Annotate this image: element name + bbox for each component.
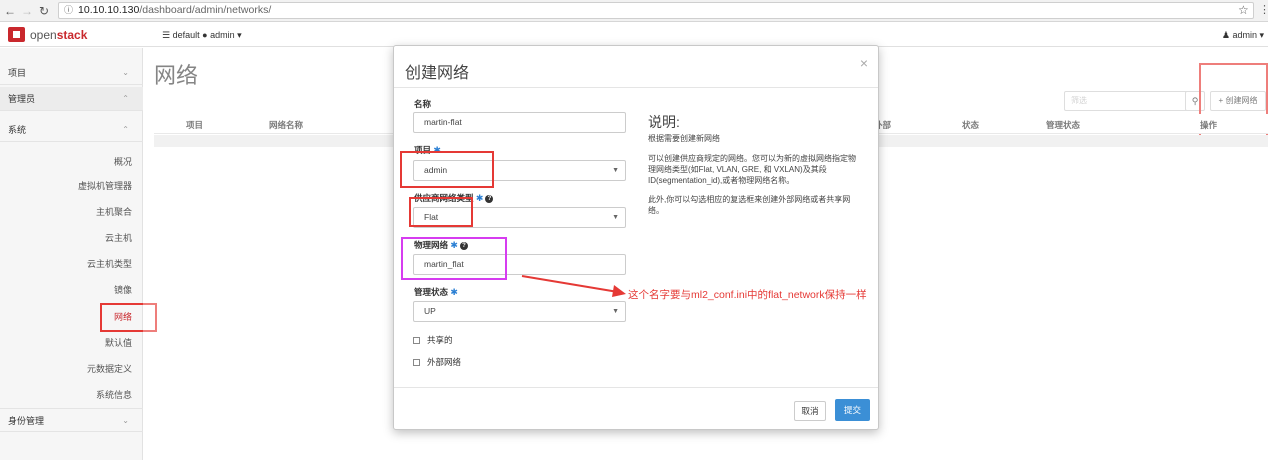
chevron-up-icon: ⌃ bbox=[122, 94, 129, 103]
user-menu[interactable]: ♟ admin ▾ bbox=[1222, 30, 1264, 41]
required-icon: ✱ bbox=[475, 193, 484, 203]
user-icon: ♟ bbox=[1221, 30, 1230, 40]
reload-icon[interactable]: ↻ bbox=[37, 3, 51, 19]
forward-icon[interactable]: → bbox=[20, 3, 34, 19]
sidebar-item-flavors[interactable]: 云主机类型 bbox=[0, 255, 143, 273]
list-icon: ☰ bbox=[162, 30, 171, 40]
url-path: /dashboard/admin/networks/ bbox=[139, 4, 272, 16]
sidebar-section-system[interactable]: 系统 ⌃ bbox=[0, 118, 143, 142]
info-icon[interactable]: ⓘ bbox=[64, 5, 73, 15]
checkbox-icon[interactable] bbox=[413, 337, 420, 345]
sidebar-section-admin[interactable]: 管理员 ⌃ bbox=[0, 87, 143, 111]
shared-checkbox[interactable]: 共享的 bbox=[413, 334, 453, 346]
checkbox-icon[interactable] bbox=[413, 359, 420, 367]
sidebar-item-system-info[interactable]: 系统信息 bbox=[0, 386, 143, 404]
kebab-menu-icon[interactable]: ⋮ bbox=[1259, 3, 1268, 16]
sidebar-item-hypervisors[interactable]: 虚拟机管理器 bbox=[0, 177, 143, 195]
browser-toolbar: ← → ↻ ⓘ 10.10.10.130/dashboard/admin/netw… bbox=[0, 0, 1268, 22]
user-name: admin bbox=[1232, 30, 1257, 40]
description-text: 此外,你可以勾选相应的复选框来创建外部网络或者共享网络。 bbox=[648, 195, 851, 215]
brand-name[interactable]: openstack bbox=[30, 28, 87, 42]
network-name-input[interactable]: martin-flat bbox=[413, 112, 626, 133]
star-icon[interactable]: ☆ bbox=[1238, 3, 1249, 17]
project-user: admin bbox=[210, 30, 235, 40]
sidebar-item-instances[interactable]: 云主机 bbox=[0, 229, 143, 247]
caret-down-icon: ▾ bbox=[237, 30, 242, 40]
chevron-down-icon: ⌄ bbox=[122, 68, 129, 77]
top-navbar: openstack ☰ default ● admin ▾ ♟ admin ▾ bbox=[0, 23, 1268, 47]
required-icon: ✱ bbox=[450, 287, 458, 297]
divider bbox=[394, 87, 878, 88]
project-domain: default bbox=[172, 30, 200, 40]
close-icon[interactable]: × bbox=[860, 55, 868, 71]
back-icon[interactable]: ← bbox=[3, 3, 17, 19]
chevron-down-icon: ⌄ bbox=[122, 416, 129, 425]
caret-down-icon: ▼ bbox=[612, 167, 619, 174]
bullet-icon: ● bbox=[202, 30, 208, 40]
caret-down-icon: ▾ bbox=[1259, 30, 1264, 40]
sidebar-item-defaults[interactable]: 默认值 bbox=[0, 334, 143, 352]
openstack-logo-icon[interactable] bbox=[8, 27, 25, 42]
annotation-box-provider-type bbox=[409, 197, 473, 227]
divider bbox=[394, 387, 878, 388]
sidebar-item-metadata-definitions[interactable]: 元数据定义 bbox=[0, 360, 143, 378]
url-host: 10.10.10.130 bbox=[78, 4, 140, 16]
sidebar-item-overview[interactable]: 概况 bbox=[0, 153, 143, 171]
description-text: 可以创建供应商规定的网络。您可以为新的虚拟网络指定物理网络类型(如Flat, V… bbox=[648, 154, 856, 185]
annotation-box-physical-network bbox=[401, 237, 507, 280]
help-icon[interactable]: ? bbox=[485, 194, 494, 203]
caret-down-icon: ▼ bbox=[612, 308, 619, 315]
caret-down-icon: ▼ bbox=[612, 214, 619, 221]
admin-state-label: 管理状态 ✱ bbox=[414, 287, 458, 297]
description-title: 说明: bbox=[648, 114, 680, 130]
sidebar: 项目 ⌄ 管理员 ⌃ 系统 ⌃ 概况 虚拟机管理器 主机聚合 云主机 云主机类型 镜像… bbox=[0, 48, 143, 460]
submit-button[interactable]: 提交 bbox=[835, 399, 870, 421]
address-bar[interactable]: ⓘ 10.10.10.130/dashboard/admin/networks/ bbox=[58, 2, 1254, 19]
annotation-note: 这个名字要与ml2_conf.ini中的flat_network保持一样 bbox=[628, 289, 867, 301]
modal-title: 创建网络 bbox=[405, 65, 470, 82]
sidebar-section-project[interactable]: 项目 ⌄ bbox=[0, 61, 143, 85]
chevron-up-icon: ⌃ bbox=[122, 125, 129, 134]
sidebar-section-identity[interactable]: 身份管理 ⌄ bbox=[0, 408, 143, 432]
annotation-box-project bbox=[400, 151, 494, 188]
external-network-checkbox[interactable]: 外部网络 bbox=[413, 356, 461, 368]
annotation-arrow-icon bbox=[521, 275, 626, 297]
admin-state-select[interactable]: UP ▼ bbox=[413, 301, 626, 322]
sidebar-item-images[interactable]: 镜像 bbox=[0, 281, 143, 299]
sidebar-item-host-aggregates[interactable]: 主机聚合 bbox=[0, 203, 143, 221]
name-label: 名称 bbox=[414, 99, 432, 109]
cancel-button[interactable]: 取消 bbox=[794, 401, 826, 421]
description-text: 根据需要创建新网络 bbox=[648, 134, 720, 143]
project-switcher[interactable]: ☰ default ● admin ▾ bbox=[162, 30, 242, 41]
